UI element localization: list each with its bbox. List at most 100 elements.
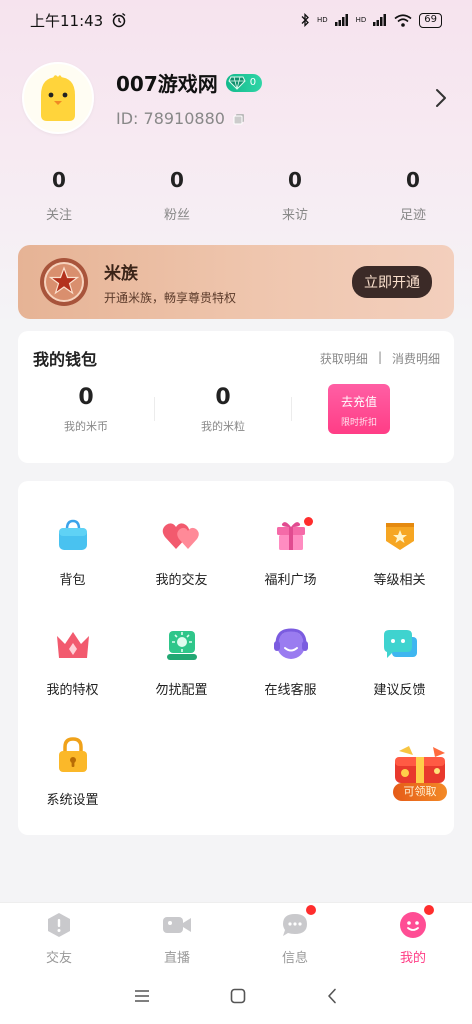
earn-details-link[interactable]: 获取明细: [320, 350, 368, 367]
link-separator: |: [377, 349, 382, 364]
activate-membership-button[interactable]: 立即开通: [352, 266, 432, 298]
feature-label: 建议反馈: [373, 683, 426, 698]
message-icon: [283, 914, 307, 936]
star-medal-icon: [40, 258, 88, 306]
wifi-icon: [394, 13, 412, 27]
tab-label: 我的: [399, 951, 426, 966]
signal-hd-label-2: HD: [355, 16, 367, 24]
chick-avatar-icon: [41, 75, 75, 121]
feature-my-dating[interactable]: 我的交友: [127, 515, 236, 588]
feature-label: 勿扰配置: [155, 683, 208, 698]
level-badge-icon: [385, 523, 414, 550]
feature-label: 系统设置: [46, 793, 99, 808]
status-bar: 上午11:43 HD HD 69: [0, 0, 472, 40]
membership-description: 开通米族，畅享尊贵特权: [104, 290, 237, 305]
feature-label: 福利广场: [264, 573, 317, 588]
bottom-tab-bar: 交友 直播 信息 我的: [0, 902, 472, 968]
tab-me[interactable]: 我的: [354, 903, 472, 968]
feature-bag[interactable]: 背包: [18, 515, 127, 588]
bag-icon: [58, 519, 87, 550]
stat-footprints[interactable]: 0 足迹: [354, 168, 472, 223]
feature-welfare-plaza[interactable]: 福利广场: [236, 515, 345, 588]
stat-value: 0: [288, 168, 302, 192]
feature-level[interactable]: 等级相关: [345, 515, 454, 588]
profile-icon: [400, 912, 426, 938]
wallet-grains[interactable]: 0 我的米粒: [155, 385, 291, 434]
vip-badge-count: 0: [249, 77, 257, 88]
profile-header[interactable]: 007游戏网 0 ID: 78910880: [22, 58, 452, 138]
wallet-coins[interactable]: 0 我的米币: [18, 385, 154, 434]
divider: [291, 397, 292, 421]
notification-dot: [304, 517, 313, 526]
wallet-card: 我的钱包 获取明细 | 消费明细 0 我的米币 0 我的米粒 去充值 限时折扣: [18, 331, 454, 463]
grains-value: 0: [215, 384, 231, 410]
status-time: 上午11:43: [30, 11, 104, 30]
claimable-label: 可领取: [393, 783, 447, 801]
signal-icon: [334, 14, 348, 26]
avatar[interactable]: [22, 62, 94, 134]
video-camera-icon: [163, 917, 191, 933]
lock-icon: [58, 737, 87, 772]
membership-banner[interactable]: 米族 开通米族，畅享尊贵特权 立即开通: [18, 245, 454, 319]
grains-label: 我的米粒: [201, 419, 245, 433]
spend-details-link[interactable]: 消费明细: [392, 350, 440, 367]
stat-fans[interactable]: 0 粉丝: [118, 168, 236, 223]
feature-label: 在线客服: [264, 683, 317, 698]
stat-label: 来访: [281, 208, 308, 223]
feature-label: 背包: [59, 573, 86, 588]
notification-dot: [306, 905, 316, 915]
tab-label: 信息: [281, 951, 308, 966]
feature-feedback[interactable]: 建议反馈: [345, 625, 454, 698]
signal-icon-2: [373, 14, 387, 26]
feature-online-support[interactable]: 在线客服: [236, 625, 345, 698]
headset-icon: [273, 628, 308, 659]
back-icon[interactable]: [326, 988, 338, 1004]
tab-friends[interactable]: 交友: [0, 903, 118, 968]
stat-label: 关注: [45, 208, 72, 223]
battery-indicator: 69: [419, 12, 442, 28]
stat-value: 0: [52, 168, 66, 192]
feature-system-settings[interactable]: 系统设置: [18, 735, 127, 808]
feature-privileges[interactable]: 我的特权: [18, 625, 127, 698]
do-not-disturb-icon: [166, 631, 197, 660]
recharge-label: 去充值: [340, 395, 377, 409]
stats-row: 0 关注 0 粉丝 0 来访 0 足迹: [0, 168, 472, 223]
username: 007游戏网: [116, 72, 218, 96]
coins-value: 0: [78, 384, 94, 410]
tab-live[interactable]: 直播: [118, 903, 236, 968]
diamond-icon: [228, 76, 246, 90]
feature-label: 等级相关: [373, 573, 426, 588]
user-id: ID: 78910880: [116, 109, 225, 128]
claimable-gift-float[interactable]: 可领取: [385, 745, 455, 805]
feature-do-not-disturb[interactable]: 勿扰配置: [127, 625, 236, 698]
recharge-button[interactable]: 去充值 限时折扣: [328, 384, 390, 434]
hearts-icon: [162, 523, 199, 549]
home-icon[interactable]: [230, 988, 246, 1004]
system-navigation-bar: [0, 968, 472, 1024]
feedback-chat-icon: [383, 630, 417, 658]
menu-icon[interactable]: [134, 989, 150, 1003]
copy-icon[interactable]: [233, 113, 245, 125]
crown-icon: [56, 632, 89, 658]
stat-label: 粉丝: [163, 208, 190, 223]
recharge-discount-label: 限时折扣: [340, 418, 377, 428]
tab-messages[interactable]: 信息: [236, 903, 354, 968]
stat-value: 0: [170, 168, 184, 192]
alarm-icon: [112, 12, 126, 28]
vip-badge[interactable]: 0: [225, 73, 263, 92]
signal-hd-label: HD: [316, 16, 328, 24]
stat-value: 0: [406, 168, 420, 192]
wallet-title: 我的钱包: [33, 350, 98, 369]
chevron-right-icon[interactable]: [434, 87, 448, 109]
bluetooth-icon: [301, 13, 309, 27]
coins-label: 我的米币: [64, 419, 108, 433]
feature-label: 我的交友: [155, 573, 208, 588]
tab-label: 直播: [163, 951, 190, 966]
notification-dot: [424, 905, 434, 915]
stat-following[interactable]: 0 关注: [0, 168, 118, 223]
stat-visitors[interactable]: 0 来访: [236, 168, 354, 223]
membership-title: 米族: [104, 263, 138, 284]
friends-icon: [48, 913, 70, 937]
feature-label: 我的特权: [46, 683, 99, 698]
stat-label: 足迹: [399, 208, 426, 223]
